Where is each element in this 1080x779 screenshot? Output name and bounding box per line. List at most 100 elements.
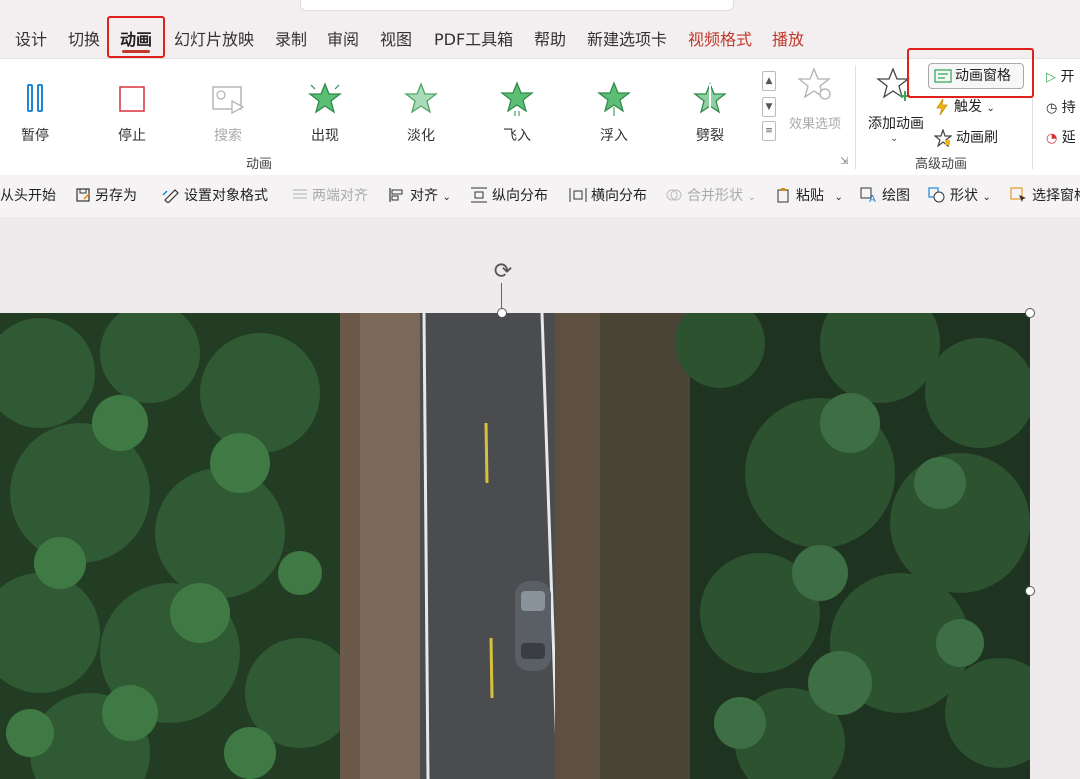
chevron-down-icon: ⌄: [834, 192, 843, 203]
tab-help[interactable]: 帮助: [534, 22, 566, 58]
animation-fade[interactable]: 淡化: [381, 69, 461, 153]
align-button[interactable]: 对齐 ⌄: [388, 175, 451, 217]
from-beginning-label: 从头开始: [0, 188, 56, 204]
gallery-scroll-up[interactable]: ▲: [762, 71, 776, 91]
star-fly-in-icon: [500, 81, 534, 116]
effect-options-icon: [798, 67, 831, 100]
save-as-label: 另存为: [95, 188, 137, 204]
draw-icon: A: [860, 187, 876, 205]
gallery-more[interactable]: ≡: [762, 121, 776, 141]
lightning-icon: [936, 98, 948, 116]
animation-painter-button[interactable]: 动画刷: [933, 126, 998, 150]
tab-pdf-toolbox[interactable]: PDF工具箱: [434, 22, 513, 58]
animation-label: 暂停: [21, 128, 49, 144]
distribute-vertical-icon: [471, 187, 487, 203]
draw-label: 绘图: [882, 188, 910, 204]
advanced-animation-group-label: 高级动画: [915, 157, 968, 172]
distribute-vertical-button[interactable]: 纵向分布: [470, 175, 548, 217]
tab-design[interactable]: 设计: [15, 22, 47, 58]
active-tab-highlight: [107, 16, 165, 58]
window-title-strip: [300, 0, 734, 11]
distribute-horizontal-icon: [569, 188, 587, 202]
tab-slideshow[interactable]: 幻灯片放映: [174, 22, 254, 58]
delay-icon: ◔: [1046, 131, 1058, 146]
animation-group-label: 动画: [246, 157, 273, 172]
quick-access-toolbar: 从头开始 另存为 设置对象格式 两端对齐 对齐 ⌄ 纵向分布 横向分布 合并形状…: [0, 175, 1080, 218]
animation-stop[interactable]: 停止: [92, 69, 172, 153]
dialog-launcher-icon[interactable]: ⇲: [840, 156, 848, 167]
trigger-button[interactable]: 触发 ⌄: [934, 95, 995, 119]
star-appear-icon: [308, 82, 342, 114]
timing-start[interactable]: ▷ 开: [1046, 65, 1074, 89]
align-icon: [389, 188, 403, 202]
animation-painter-icon: [933, 128, 953, 148]
paste-label: 粘贴: [796, 188, 824, 204]
animation-label: 停止: [118, 128, 146, 144]
shapes-button[interactable]: 形状 ⌄: [928, 175, 991, 217]
star-split-icon: [693, 82, 727, 114]
shapes-icon: [928, 187, 945, 203]
selection-pane-label: 选择窗格: [1032, 188, 1080, 204]
justify-button[interactable]: 两端对齐: [292, 175, 368, 217]
distribute-vertical-label: 纵向分布: [492, 188, 548, 204]
save-as-button[interactable]: 另存为: [75, 175, 137, 217]
effect-options-label: 效果选项: [788, 117, 841, 132]
add-animation-label: 添加动画: [868, 116, 924, 132]
chevron-down-icon: ⌄: [986, 103, 995, 114]
animation-fly-in[interactable]: 飞入: [477, 69, 557, 153]
draw-button[interactable]: A 绘图: [860, 175, 910, 217]
format-object-button[interactable]: 设置对象格式: [162, 175, 268, 217]
paste-icon: [777, 188, 789, 203]
timing-duration[interactable]: ◷ 持: [1046, 96, 1076, 120]
distribute-horizontal-label: 横向分布: [591, 188, 647, 204]
animation-label: 出现: [311, 128, 339, 144]
resize-handle-right[interactable]: [1025, 586, 1035, 596]
play-icon: ▷: [1046, 70, 1056, 85]
save-as-icon: [76, 188, 90, 202]
gallery-scroll-down[interactable]: ▼: [762, 97, 776, 117]
shapes-label: 形状: [950, 188, 978, 204]
resize-handle-top-right[interactable]: [1025, 308, 1035, 318]
justify-label: 两端对齐: [312, 188, 368, 204]
animation-painter-label: 动画刷: [956, 130, 998, 146]
animation-pause[interactable]: 暂停: [0, 69, 75, 153]
timing-delay-label: 延: [1061, 130, 1076, 146]
distribute-horizontal-button[interactable]: 横向分布: [569, 175, 647, 217]
merge-shapes-icon: [666, 189, 682, 201]
animation-pane-highlight: [907, 48, 1034, 98]
timing-delay[interactable]: ◔ 延: [1046, 126, 1076, 150]
from-beginning-button[interactable]: 从头开始: [0, 175, 56, 217]
tab-view[interactable]: 视图: [380, 22, 412, 58]
tab-transitions[interactable]: 切换: [68, 22, 100, 58]
format-object-label: 设置对象格式: [184, 188, 268, 204]
stop-icon: [119, 86, 145, 112]
animation-split[interactable]: 劈裂: [670, 69, 750, 153]
format-object-icon: [162, 189, 179, 204]
timing-start-label: 开: [1060, 69, 1075, 85]
pause-icon: [27, 84, 43, 112]
chevron-down-icon: ⌄: [747, 192, 756, 203]
align-label: 对齐: [410, 188, 438, 204]
animation-appear[interactable]: 出现: [285, 69, 365, 153]
animation-seek[interactable]: 搜索: [188, 69, 268, 153]
tab-playback[interactable]: 播放: [772, 22, 804, 58]
star-fade-icon: [404, 82, 438, 114]
selection-pane-icon: [1010, 187, 1026, 202]
tab-video-format[interactable]: 视频格式: [688, 22, 752, 58]
tab-new-tab[interactable]: 新建选项卡: [587, 22, 667, 58]
tab-review[interactable]: 审阅: [327, 22, 359, 58]
trigger-label: 触发: [954, 99, 982, 115]
selection-pane-button[interactable]: 选择窗格: [1010, 175, 1080, 217]
tab-record[interactable]: 录制: [275, 22, 307, 58]
paste-button[interactable]: 粘贴 ⌄: [776, 175, 843, 217]
rotate-handle-icon[interactable]: ⟳: [489, 258, 517, 286]
merge-shapes-button[interactable]: 合并形状 ⌄: [665, 175, 756, 217]
animation-gallery: 暂停 停止 搜索 出现 淡化 飞入 浮入 劈裂: [0, 69, 760, 153]
animation-label: 淡化: [407, 128, 435, 144]
effect-options-button[interactable]: 效果选项: [784, 67, 846, 151]
resize-handle-top[interactable]: [497, 308, 507, 318]
animation-float-in[interactable]: 浮入: [574, 69, 654, 153]
video-frame-image[interactable]: [0, 313, 1030, 779]
chevron-down-icon: ⌄: [890, 133, 899, 144]
animation-label: 劈裂: [696, 128, 724, 144]
